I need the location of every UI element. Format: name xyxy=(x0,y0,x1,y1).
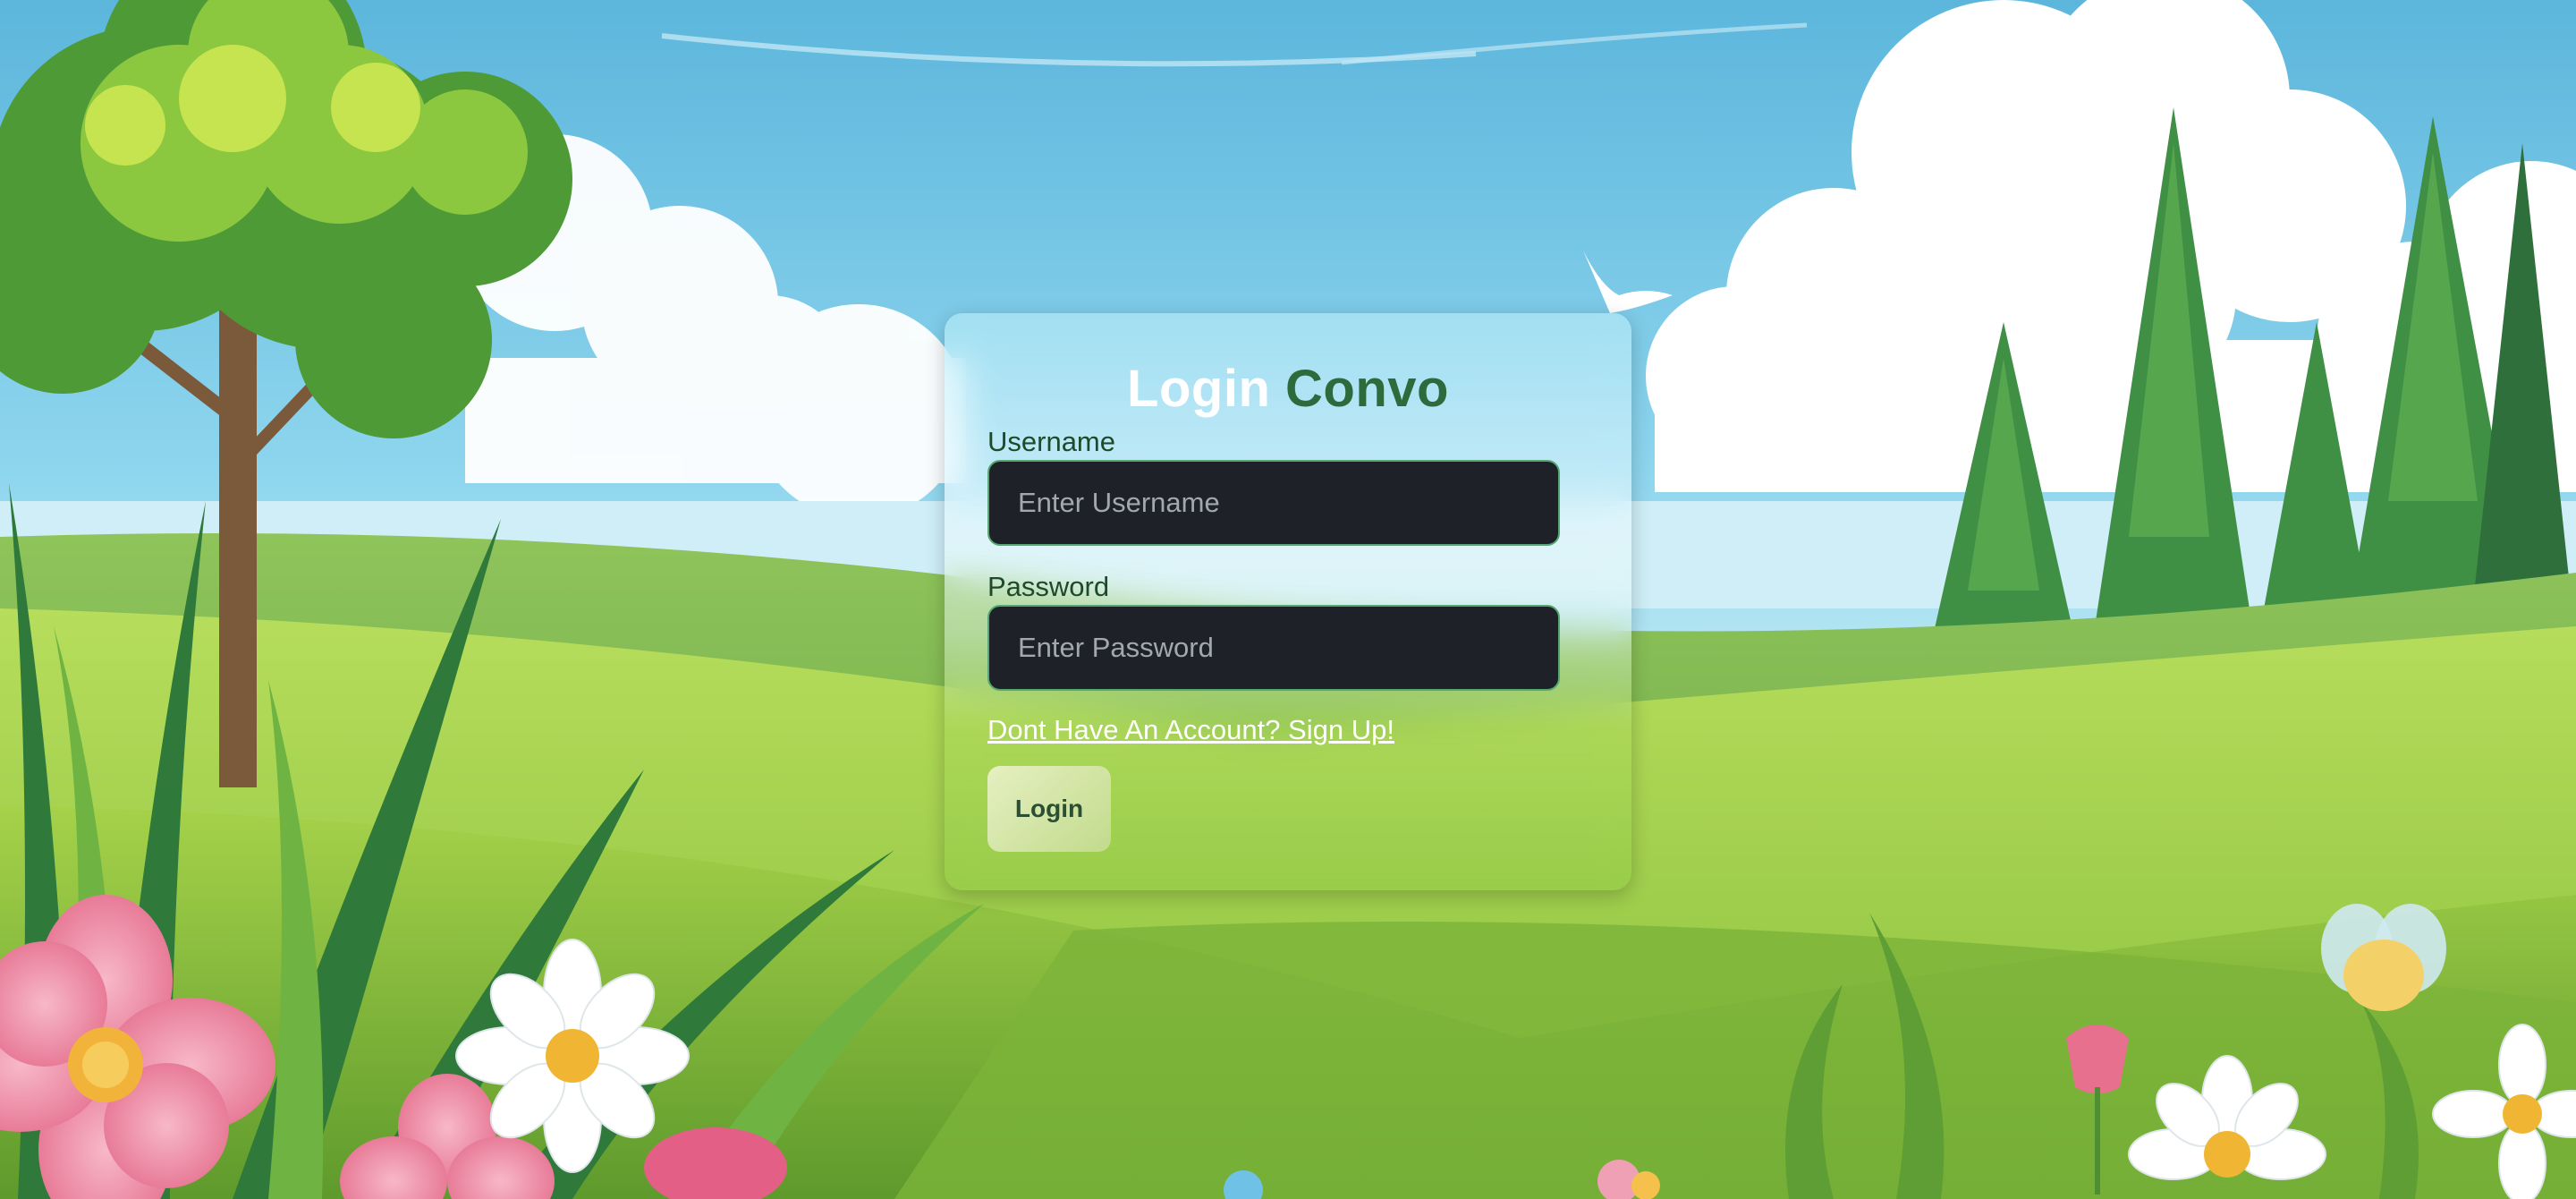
username-label: Username xyxy=(987,426,1115,457)
title-word-login: Login xyxy=(1127,360,1271,418)
password-label: Password xyxy=(987,571,1110,602)
login-card: Login Convo Username Password Dont Have … xyxy=(945,313,1631,890)
signup-link[interactable]: Dont Have An Account? Sign Up! xyxy=(987,712,1394,748)
login-title: Login Convo xyxy=(987,358,1589,421)
password-input[interactable] xyxy=(987,605,1560,691)
title-word-convo: Convo xyxy=(1285,360,1449,418)
username-input[interactable] xyxy=(987,460,1560,546)
login-button[interactable]: Login xyxy=(987,766,1111,852)
